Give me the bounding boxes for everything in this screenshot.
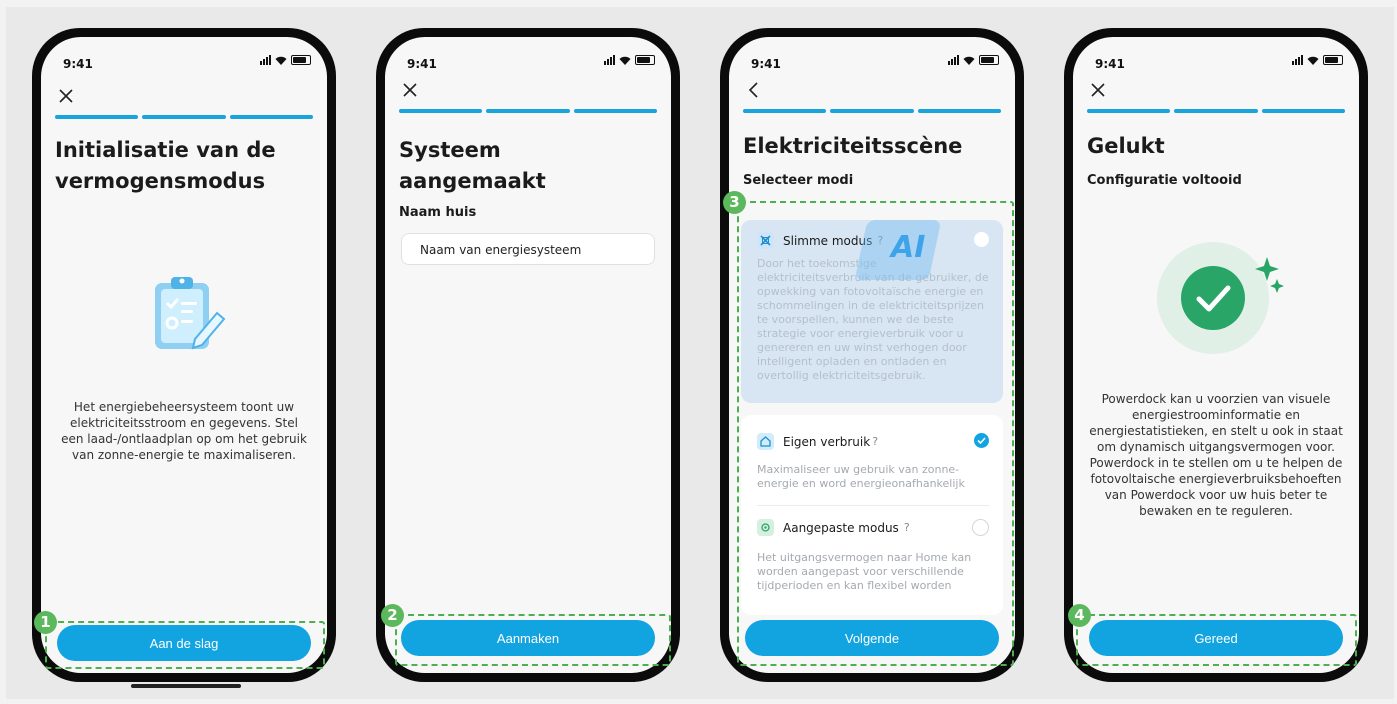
field-label: Naam huis — [399, 205, 477, 220]
clipboard-icon — [155, 277, 226, 350]
close-icon[interactable] — [1087, 79, 1109, 101]
step-badge-3: 3 — [723, 191, 746, 214]
screen-2: 9:41 Systeem aangemaakt Naam huis Naam v… — [385, 37, 671, 673]
wifi-icon — [619, 56, 631, 65]
battery-icon — [291, 55, 311, 65]
status-time: 9:41 — [1095, 57, 1125, 71]
page-title: Systeem aangemaakt — [399, 138, 546, 193]
house-name-input[interactable]: Naam van energiesysteem — [401, 233, 655, 265]
home-indicator — [131, 684, 241, 688]
page-subtitle: Selecteer modi — [743, 173, 854, 188]
page-subtitle: Configuratie voltooid — [1087, 173, 1242, 188]
wifi-icon — [275, 56, 287, 65]
page-title: Initialisatie van de vermogensmodus — [55, 138, 276, 193]
status-time: 9:41 — [63, 57, 93, 71]
back-icon[interactable] — [743, 79, 765, 101]
success-text: Powerdock kan u voorzien van visuele ene… — [1089, 392, 1343, 518]
signal-icon — [604, 55, 615, 65]
signal-icon — [260, 55, 271, 65]
status-time: 9:41 — [751, 57, 781, 71]
progress-bar — [55, 115, 313, 119]
signal-icon — [1292, 55, 1303, 65]
signal-icon — [948, 55, 959, 65]
status-bar: 9:41 — [385, 37, 671, 79]
status-bar: 9:41 — [1073, 37, 1359, 79]
page-title: Gelukt — [1087, 134, 1165, 158]
status-bar: 9:41 — [729, 37, 1015, 79]
phone-frame-2: 9:41 Systeem aangemaakt Naam huis Naam v… — [376, 28, 680, 682]
phone-frame-1: 9:41 Initialisatie van de vermogensmodus… — [32, 28, 336, 682]
status-icons — [948, 55, 999, 65]
progress-bar — [399, 109, 657, 113]
intro-text: Het energiebeheersysteem toont uw elektr… — [61, 400, 307, 462]
step-badge-4: 4 — [1068, 604, 1091, 627]
battery-icon — [1323, 55, 1343, 65]
highlight-box-4 — [1076, 614, 1357, 666]
status-icons — [604, 55, 655, 65]
step-badge-1: 1 — [34, 611, 57, 634]
wifi-icon — [1307, 56, 1319, 65]
page-title: Elektriciteitsscène — [743, 134, 963, 158]
progress-bar — [743, 109, 1001, 113]
success-check-icon — [1181, 257, 1284, 330]
step-badge-2: 2 — [381, 604, 404, 627]
status-icons — [260, 55, 311, 65]
battery-icon — [979, 55, 999, 65]
screen-4: 9:41 Gelukt Configuratie voltooid Powerd… — [1073, 37, 1359, 673]
screen-1: 9:41 Initialisatie van de vermogensmodus… — [41, 37, 327, 673]
close-icon[interactable] — [55, 85, 77, 107]
status-time: 9:41 — [407, 57, 437, 71]
status-bar: 9:41 — [41, 37, 327, 79]
highlight-box-1 — [45, 621, 325, 669]
wifi-icon — [963, 56, 975, 65]
highlight-box-3 — [737, 201, 1014, 666]
close-icon[interactable] — [399, 79, 421, 101]
status-icons — [1292, 55, 1343, 65]
battery-icon — [635, 55, 655, 65]
progress-bar — [1087, 109, 1345, 113]
highlight-box-2 — [395, 614, 671, 666]
phone-frame-4: 9:41 Gelukt Configuratie voltooid Powerd… — [1064, 28, 1368, 682]
